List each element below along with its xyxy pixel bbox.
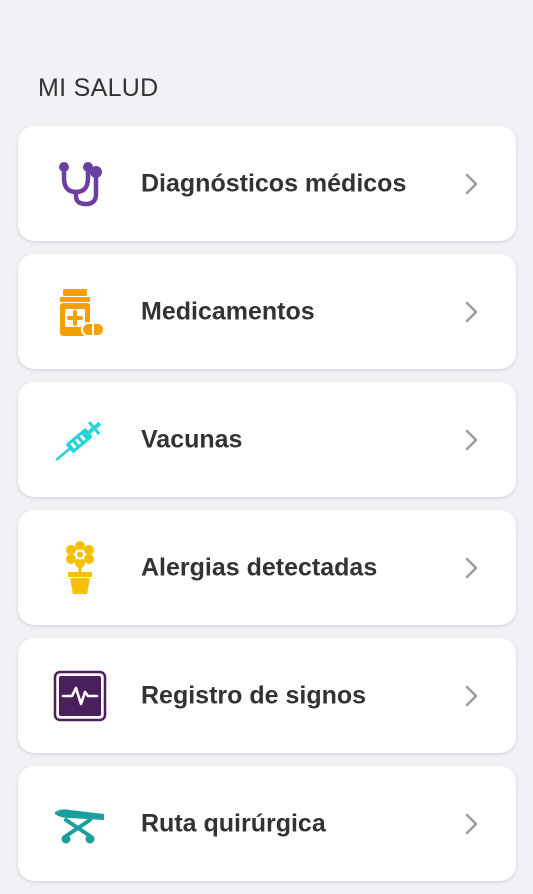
menu-item-medicamentos[interactable]: Medicamentos [18, 254, 516, 369]
chevron-right-icon [465, 173, 478, 194]
stethoscope-icon [52, 156, 108, 212]
menu-item-alergias[interactable]: Alergias detectadas [18, 510, 516, 625]
chevron-right-icon [465, 301, 478, 322]
stretcher-icon [52, 796, 108, 852]
medicine-bottle-icon [52, 284, 108, 340]
health-menu-list: Diagnósticos médicos Medicamentos Vacuna… [18, 126, 516, 894]
chevron-right-icon [465, 429, 478, 450]
menu-item-diagnosticos[interactable]: Diagnósticos médicos [18, 126, 516, 241]
section-title: MI SALUD [38, 74, 159, 102]
menu-item-label: Diagnósticos médicos [141, 169, 407, 197]
menu-item-label: Vacunas [141, 425, 243, 453]
menu-item-ruta-quirurgica[interactable]: Ruta quirúrgica [18, 766, 516, 881]
syringe-icon [52, 412, 108, 468]
menu-item-vacunas[interactable]: Vacunas [18, 382, 516, 497]
menu-item-label: Registro de signos [141, 681, 367, 709]
menu-item-label: Medicamentos [141, 297, 315, 325]
vital-signs-monitor-icon [52, 668, 108, 724]
chevron-right-icon [465, 685, 478, 706]
flower-pot-icon [52, 540, 108, 596]
menu-item-label: Ruta quirúrgica [141, 809, 326, 837]
chevron-right-icon [465, 813, 478, 834]
chevron-right-icon [465, 557, 478, 578]
menu-item-label: Alergias detectadas [141, 553, 378, 581]
menu-item-registro-signos[interactable]: Registro de signos [18, 638, 516, 753]
